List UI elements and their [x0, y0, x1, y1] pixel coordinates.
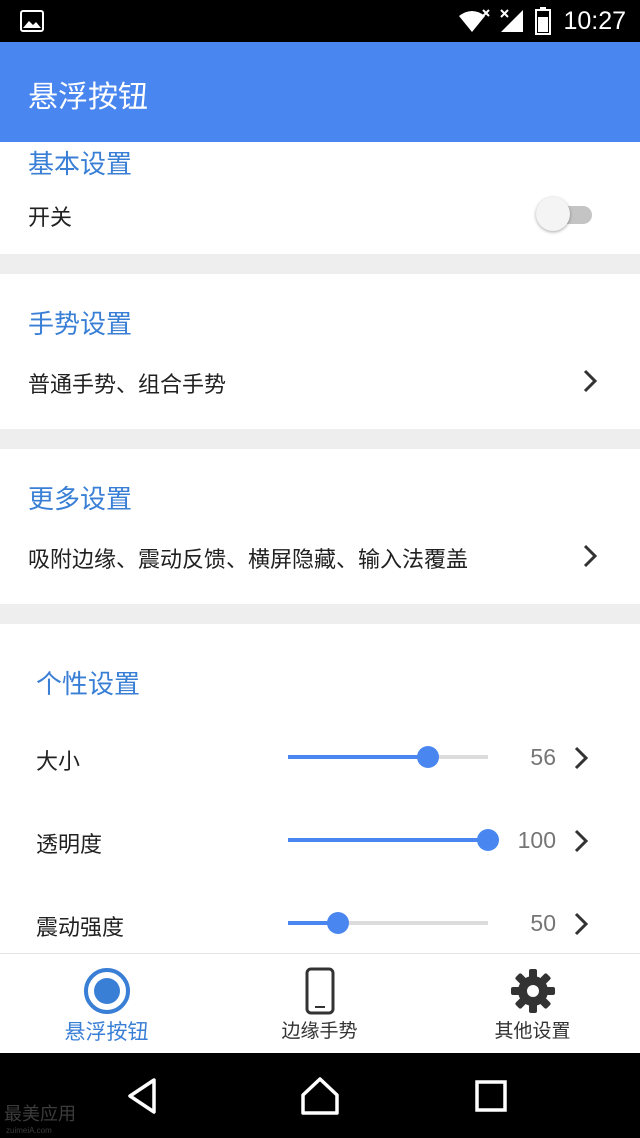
nav-label: 边缘手势: [281, 1020, 358, 1042]
slider-value: 100: [517, 827, 556, 853]
slider-knob[interactable]: [327, 912, 349, 934]
app-title: 悬浮按钮: [28, 80, 148, 115]
size-slider[interactable]: [288, 742, 488, 772]
watermark-subtext: zuimeiA.com: [6, 1126, 52, 1135]
status-time: 10:27: [563, 6, 626, 35]
slider-knob[interactable]: [477, 829, 499, 851]
slider-knob[interactable]: [417, 746, 439, 768]
slider-value: 50: [530, 910, 556, 936]
switch-label: 开关: [28, 206, 73, 231]
toggle-thumb: [536, 197, 570, 231]
gesture-settings-card[interactable]: 手势设置 普通手势、组合手势: [0, 274, 640, 429]
more-settings-card[interactable]: 更多设置 吸附边缘、震动反馈、横屏隐藏、输入法覆盖: [0, 449, 640, 604]
personal-settings-card: 个性设置 大小 56 透明度 100 震动强度 50: [0, 624, 640, 953]
enable-toggle[interactable]: [536, 194, 596, 234]
nav-label: 悬浮按钮: [64, 1020, 149, 1044]
app-bar: 悬浮按钮: [0, 42, 640, 142]
vibration-slider[interactable]: [288, 908, 488, 938]
opacity-slider[interactable]: [288, 825, 499, 855]
nav-floating-button[interactable]: 悬浮按钮: [0, 954, 213, 1054]
basic-settings-card: 基本设置 开关: [0, 142, 640, 254]
phone-icon: [305, 967, 334, 1015]
watermark-text: 最美应用: [4, 1104, 76, 1125]
recents-icon[interactable]: [468, 1073, 514, 1119]
section-title-personal: 个性设置: [36, 670, 141, 700]
slider-fill: [288, 755, 428, 759]
back-icon[interactable]: [120, 1073, 166, 1119]
battery-icon: [535, 7, 552, 35]
more-summary: 吸附边缘、震动反馈、横屏隐藏、输入法覆盖: [28, 548, 469, 573]
slider-label: 大小: [36, 750, 81, 775]
chevron-right-icon[interactable]: [582, 543, 598, 569]
slider-value: 56: [530, 744, 556, 770]
nav-edge-gesture[interactable]: 边缘手势: [213, 954, 426, 1054]
slider-label: 震动强度: [36, 916, 125, 941]
slider-fill: [288, 838, 488, 842]
chevron-right-icon[interactable]: [573, 828, 589, 854]
system-navigation-bar: [0, 1053, 640, 1138]
gesture-summary: 普通手势、组合手势: [28, 373, 227, 398]
status-icons: 10:27: [457, 6, 626, 36]
home-icon[interactable]: [297, 1073, 343, 1119]
signal-icon: [500, 9, 524, 32]
chevron-right-icon[interactable]: [582, 368, 598, 394]
nav-other-settings[interactable]: 其他设置: [426, 954, 639, 1054]
nav-label: 其他设置: [494, 1020, 571, 1042]
section-title-more: 更多设置: [28, 485, 133, 515]
slider-label: 透明度: [36, 833, 103, 858]
wifi-icon: [459, 9, 491, 32]
status-bar: 10:27: [0, 0, 640, 42]
section-title-gesture: 手势设置: [28, 310, 133, 340]
settings-content[interactable]: 基本设置 开关 手势设置 普通手势、组合手势 更多设置 吸附边缘、震动反馈、横屏…: [0, 142, 640, 953]
bottom-navigation: 悬浮按钮 边缘手势 其他设置: [0, 953, 640, 1053]
chevron-right-icon[interactable]: [573, 911, 589, 937]
image-icon: [20, 10, 44, 32]
chevron-right-icon[interactable]: [573, 745, 589, 771]
target-circle-icon: [83, 968, 130, 1014]
gear-icon: [510, 969, 555, 1013]
section-title-basic: 基本设置: [28, 150, 133, 180]
